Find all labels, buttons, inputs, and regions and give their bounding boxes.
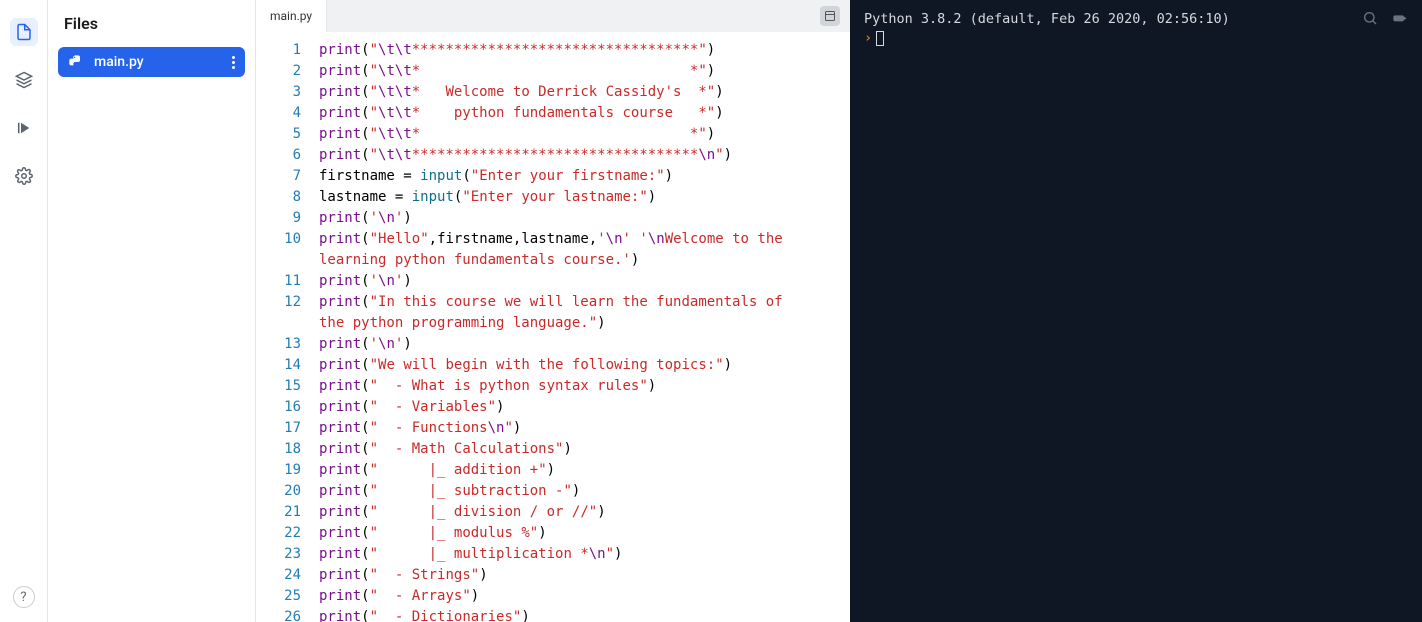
iconbar: ?	[0, 0, 48, 622]
code-content: print("\t\t*****************************…	[311, 32, 791, 622]
packages-icon[interactable]	[10, 66, 38, 94]
help-button[interactable]: ?	[13, 586, 35, 608]
settings-icon[interactable]	[10, 162, 38, 190]
editor-pane: main.py 12345678910-1112-131415161718192…	[256, 0, 850, 622]
cursor-icon	[876, 31, 884, 46]
console-toolbar	[1362, 10, 1408, 26]
sidebar: Files main.py	[48, 0, 256, 622]
editor-layout-button[interactable]	[820, 6, 840, 26]
file-item-menu-icon[interactable]	[232, 56, 235, 69]
tab-main[interactable]: main.py	[256, 0, 327, 32]
tab-label: main.py	[270, 9, 312, 23]
search-icon[interactable]	[1362, 10, 1378, 26]
console-header: Python 3.8.2 (default, Feb 26 2020, 02:5…	[864, 10, 1408, 28]
files-icon[interactable]	[10, 18, 38, 46]
python-file-icon	[68, 54, 84, 70]
run-icon[interactable]	[10, 114, 38, 142]
console-prompt: ›	[864, 30, 1408, 46]
code-editor[interactable]: 12345678910-1112-13141516171819202122232…	[256, 32, 850, 622]
file-item-label: main.py	[94, 54, 144, 70]
tabbar: main.py	[256, 0, 850, 32]
clear-icon[interactable]	[1392, 10, 1408, 26]
sidebar-title: Files	[58, 14, 245, 33]
console-pane[interactable]: Python 3.8.2 (default, Feb 26 2020, 02:5…	[850, 0, 1422, 622]
prompt-arrow-icon: ›	[864, 30, 872, 46]
line-gutter: 12345678910-1112-13141516171819202122232…	[256, 32, 311, 622]
file-item-main[interactable]: main.py	[58, 47, 245, 77]
